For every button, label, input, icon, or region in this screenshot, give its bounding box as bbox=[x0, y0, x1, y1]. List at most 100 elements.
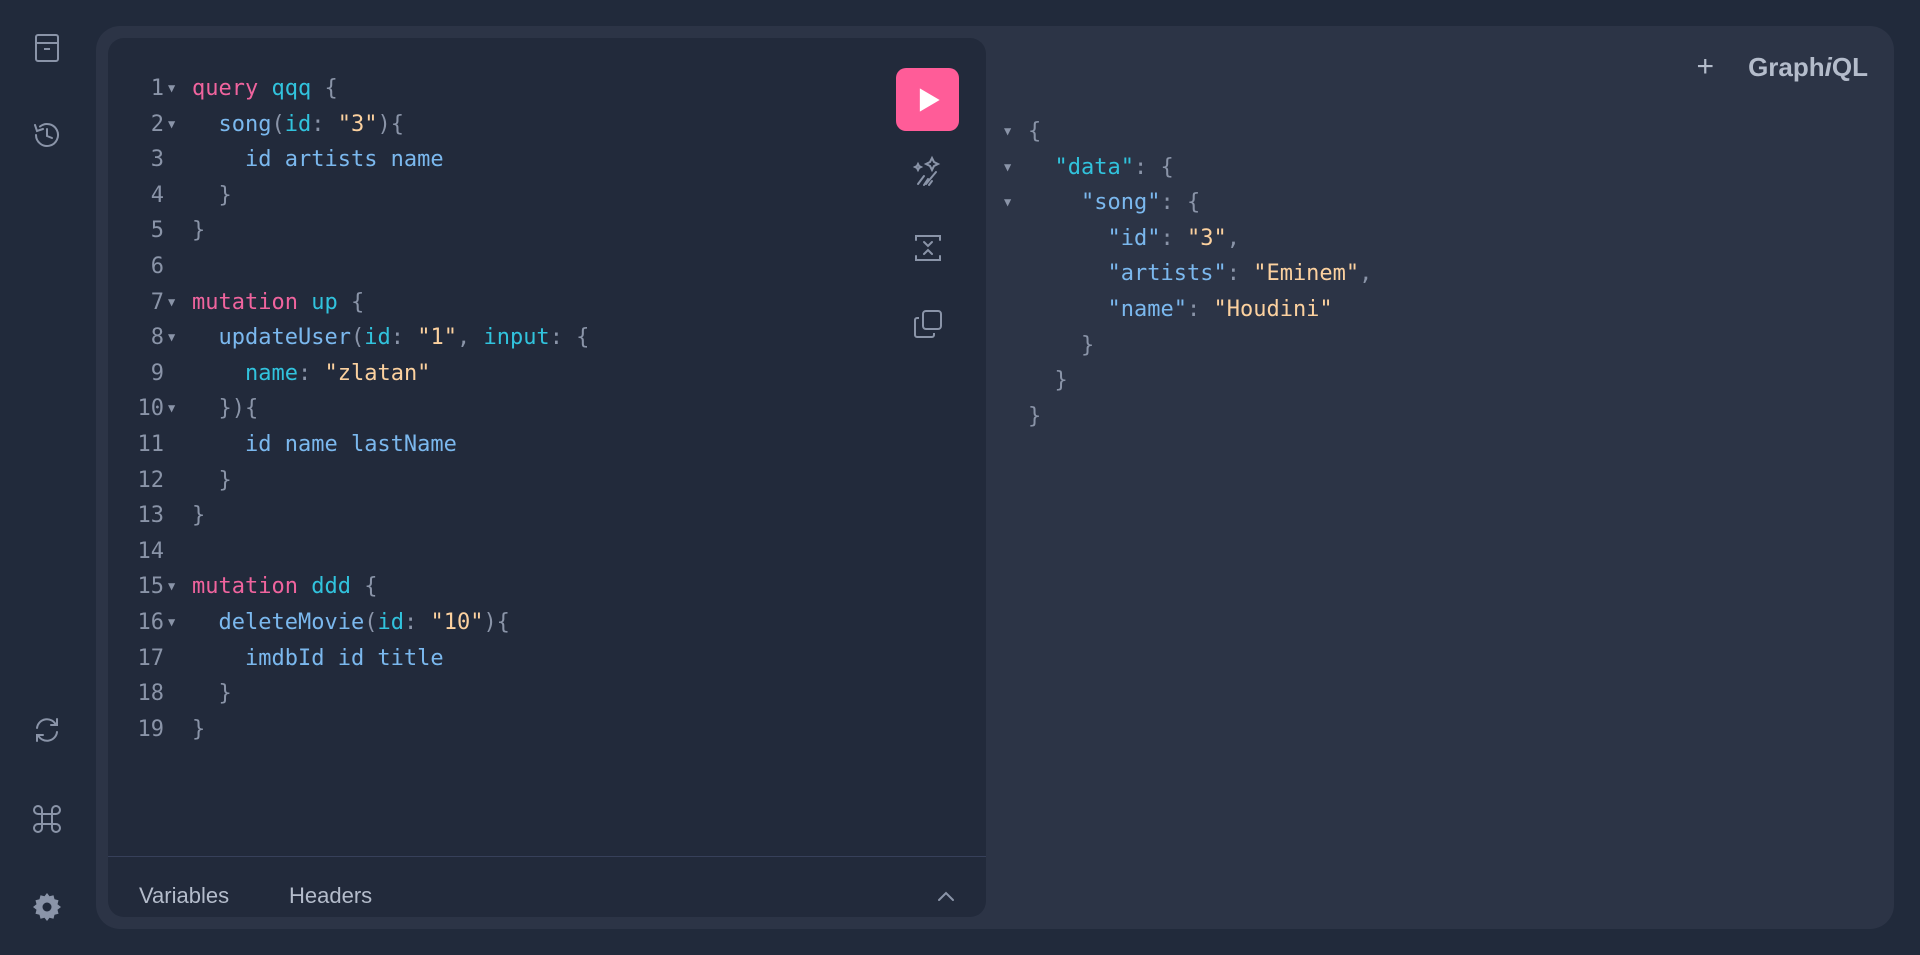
code-token: "song" bbox=[1080, 190, 1161, 216]
code-token: "Eminem" bbox=[1253, 261, 1360, 287]
code-text: song(id: "3"){ bbox=[192, 107, 404, 143]
chevron-up-icon[interactable] bbox=[934, 885, 958, 909]
fold-arrow-icon[interactable]: ▼ bbox=[168, 285, 175, 321]
code-token: mutation bbox=[192, 289, 298, 315]
code-token: id bbox=[364, 325, 391, 351]
code-text: id name lastName bbox=[192, 427, 457, 463]
prettify-icon[interactable] bbox=[910, 154, 946, 190]
code-token: deleteMovie bbox=[218, 609, 365, 635]
code-token: } bbox=[192, 716, 206, 742]
brand-pre: Graph bbox=[1748, 51, 1825, 82]
copy-icon[interactable] bbox=[910, 306, 946, 342]
code-token: } bbox=[192, 218, 206, 244]
result-text: } bbox=[1028, 399, 1041, 435]
code-text: imdbId id title bbox=[192, 641, 444, 677]
code-token: "artists" bbox=[1107, 261, 1227, 287]
fold-arrow-icon[interactable]: ▼ bbox=[168, 107, 175, 143]
result-text: { bbox=[1028, 114, 1041, 150]
code-line: 11 id name lastName bbox=[108, 427, 868, 463]
code-token: ( bbox=[350, 325, 365, 351]
fold-arrow-icon[interactable]: ▼ bbox=[168, 391, 175, 427]
query-editor-panel: 1 ▼ query qqq {2 ▼ song(id: "3"){3 id artis… bbox=[108, 38, 986, 917]
line-number: 6 bbox=[150, 253, 164, 279]
refetch-schema-icon[interactable] bbox=[30, 713, 64, 747]
code-token: : { bbox=[1160, 190, 1201, 216]
code-line: 3 id artists name bbox=[108, 142, 868, 178]
code-token: "id" bbox=[1107, 225, 1161, 251]
settings-icon[interactable] bbox=[30, 890, 64, 924]
code-token: id artists name bbox=[244, 147, 444, 173]
result-text: "artists": "Eminem", bbox=[1028, 256, 1372, 292]
code-token: ){ bbox=[377, 111, 404, 137]
code-token: input bbox=[483, 325, 550, 351]
code-token: query bbox=[192, 76, 259, 101]
fold-arrow-icon[interactable]: ▼ bbox=[1004, 114, 1011, 150]
code-text: } bbox=[192, 498, 205, 534]
code-token: "Houdini" bbox=[1213, 296, 1333, 322]
shortcuts-icon[interactable] bbox=[30, 802, 64, 836]
fold-arrow-icon[interactable]: ▼ bbox=[1004, 150, 1011, 186]
line-number: 10 bbox=[137, 396, 165, 422]
line-number: 8 bbox=[150, 325, 164, 351]
code-token: { bbox=[350, 289, 365, 315]
code-line: 19} bbox=[108, 712, 868, 748]
fold-arrow-icon[interactable]: ▼ bbox=[168, 605, 175, 641]
variables-headers-bar: Variables Headers bbox=[108, 856, 986, 917]
line-number: 17 bbox=[137, 645, 165, 671]
merge-fragments-icon[interactable] bbox=[910, 230, 946, 266]
code-token: { bbox=[364, 574, 378, 600]
run-query-button[interactable] bbox=[896, 68, 959, 131]
header-right: + GraphiQL bbox=[1697, 50, 1868, 84]
line-number: 1 bbox=[150, 76, 164, 101]
fold-arrow-icon[interactable]: ▼ bbox=[1004, 185, 1011, 221]
code-line: 12 } bbox=[108, 463, 868, 499]
line-number: 12 bbox=[137, 467, 165, 493]
code-token: : { bbox=[549, 325, 590, 351]
code-token: ){ bbox=[483, 609, 510, 635]
query-editor[interactable]: 1 ▼ query qqq {2 ▼ song(id: "3"){3 id artis… bbox=[108, 71, 868, 747]
code-token: , bbox=[1226, 225, 1240, 251]
tab-variables[interactable]: Variables bbox=[139, 883, 229, 909]
code-token: } bbox=[218, 467, 232, 493]
code-text: } bbox=[192, 213, 205, 249]
fold-arrow-icon[interactable]: ▼ bbox=[168, 320, 175, 356]
code-line: 7 ▼ mutation up { bbox=[108, 285, 868, 321]
line-number: 5 bbox=[150, 218, 164, 244]
add-tab-button[interactable]: + bbox=[1697, 50, 1715, 84]
code-line: 15 ▼ mutation ddd { bbox=[108, 569, 868, 605]
code-token: : { bbox=[1133, 154, 1174, 180]
code-token: , bbox=[1359, 261, 1373, 287]
line-number: 19 bbox=[137, 716, 165, 742]
code-token: id bbox=[377, 609, 404, 635]
tab-headers[interactable]: Headers bbox=[289, 883, 372, 909]
code-line: 5} bbox=[108, 213, 868, 249]
code-line: 16 ▼ deleteMovie(id: "10"){ bbox=[108, 605, 868, 641]
fold-arrow-icon[interactable]: ▼ bbox=[168, 569, 175, 605]
code-token: "1" bbox=[417, 325, 457, 351]
code-token: "3" bbox=[337, 111, 378, 137]
code-token: : bbox=[311, 111, 338, 137]
code-token: song bbox=[218, 111, 272, 137]
fold-arrow-icon[interactable]: ▼ bbox=[168, 71, 175, 107]
code-token: imdbId id title bbox=[244, 645, 444, 671]
history-icon[interactable] bbox=[30, 118, 64, 152]
code-token: , bbox=[456, 325, 484, 351]
docs-icon[interactable] bbox=[30, 31, 64, 65]
code-line: 13} bbox=[108, 498, 868, 534]
code-token: : bbox=[1186, 296, 1214, 322]
code-token: "zlatan" bbox=[324, 360, 431, 386]
line-number: 15 bbox=[137, 574, 165, 600]
line-number: 16 bbox=[137, 609, 165, 635]
